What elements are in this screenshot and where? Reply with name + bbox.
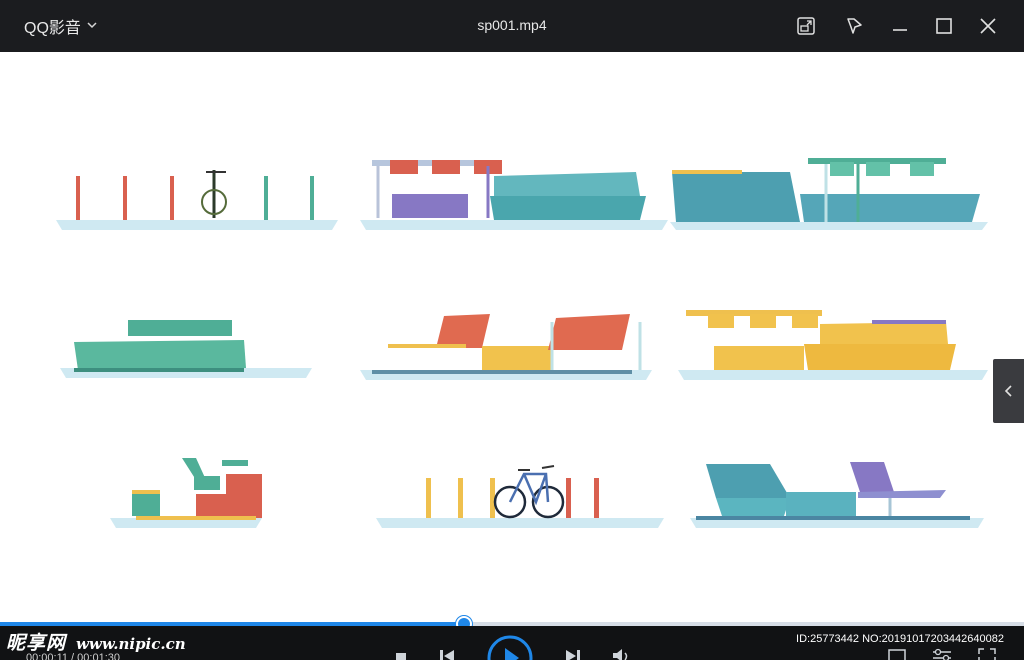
maximize-icon: [936, 18, 952, 34]
watermark-logo: 昵享网 www.nipic.cn: [6, 628, 186, 654]
volume-icon: [613, 649, 628, 660]
next-icon: [566, 650, 580, 660]
watermark-site-name: 昵享网: [6, 632, 67, 654]
close-button[interactable]: [972, 10, 1004, 42]
file-title: sp001.mp4: [0, 17, 1024, 33]
scene-chair-cubes: [110, 458, 262, 528]
app-name: QQ影音: [24, 20, 81, 37]
minimize-button[interactable]: [884, 10, 916, 42]
scene-green-bench: [60, 320, 312, 378]
volume-button[interactable]: [612, 648, 632, 660]
pin-top-button[interactable]: [838, 10, 870, 42]
settings-icon: [933, 648, 951, 660]
scene-bike-bicycle: [376, 465, 664, 528]
screenshot-button[interactable]: [888, 648, 906, 660]
watermark-site-url: www.nipic.cn: [76, 635, 186, 653]
pin-icon: [847, 18, 862, 34]
play-icon: [487, 635, 533, 660]
settings-button[interactable]: [932, 648, 952, 660]
app-menu-button[interactable]: QQ影音: [24, 14, 97, 38]
title-bar: QQ影音 sp001.mp4: [0, 0, 1024, 52]
video-content: [56, 158, 988, 528]
file-name: sp001.mp4: [477, 17, 547, 33]
scene-teal-loungers: [690, 462, 984, 528]
chevron-down-icon: [87, 20, 97, 33]
stop-icon: [396, 653, 406, 660]
fullscreen-button[interactable]: [978, 648, 996, 660]
close-icon: [980, 18, 996, 34]
mini-mode-icon: [797, 17, 815, 35]
mini-mode-button[interactable]: [790, 10, 822, 42]
previous-button[interactable]: [438, 648, 456, 660]
scene-red-loungers: [360, 314, 652, 380]
next-button[interactable]: [564, 648, 582, 660]
screenshot-icon: [888, 649, 906, 660]
video-frame[interactable]: [0, 52, 1024, 624]
scene-yellow-seats: [678, 310, 988, 380]
scene-bike-posts: [56, 170, 338, 230]
watermark-id: ID:25773442 NO:20191017203442640082: [796, 633, 1004, 645]
side-panel-toggle[interactable]: [993, 359, 1024, 423]
stop-button[interactable]: [396, 650, 408, 660]
previous-icon: [440, 650, 454, 660]
chevron-left-icon: [1004, 385, 1012, 397]
scene-seats-bench: [360, 160, 668, 230]
fullscreen-icon: [978, 648, 996, 660]
minimize-icon: [893, 29, 907, 31]
play-button[interactable]: [486, 634, 534, 660]
maximize-button[interactable]: [928, 10, 960, 42]
scene-bench-seats-green: [670, 158, 988, 230]
